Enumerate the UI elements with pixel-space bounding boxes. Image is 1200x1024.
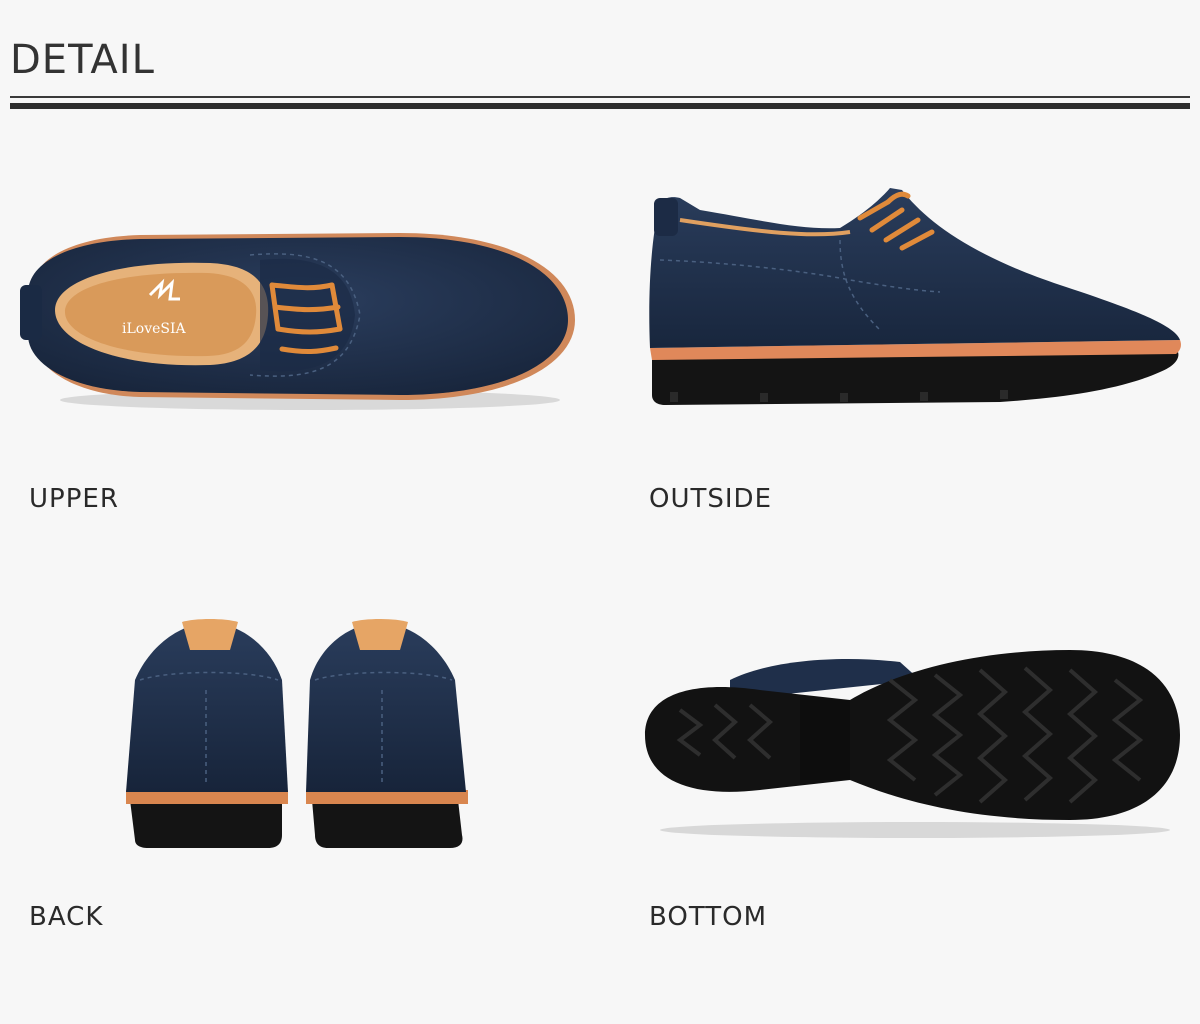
caption-outside: OUTSIDE [649,484,772,514]
insole-logo-text: iLoveSIA [122,321,187,337]
caption-back: BACK [29,902,104,932]
caption-upper: UPPER [29,484,119,514]
header-divider-thin [10,96,1190,98]
upper-view-photo: iLoveSIA [20,233,575,410]
header-divider-thick [10,103,1190,109]
back-view-photo [126,619,468,848]
page-title: DETAIL [10,37,155,83]
caption-bottom: BOTTOM [649,902,768,932]
bottom-view-photo [645,650,1180,838]
back-right-shoe [306,619,468,848]
back-left-shoe [126,619,288,848]
outside-view-photo [649,188,1181,405]
